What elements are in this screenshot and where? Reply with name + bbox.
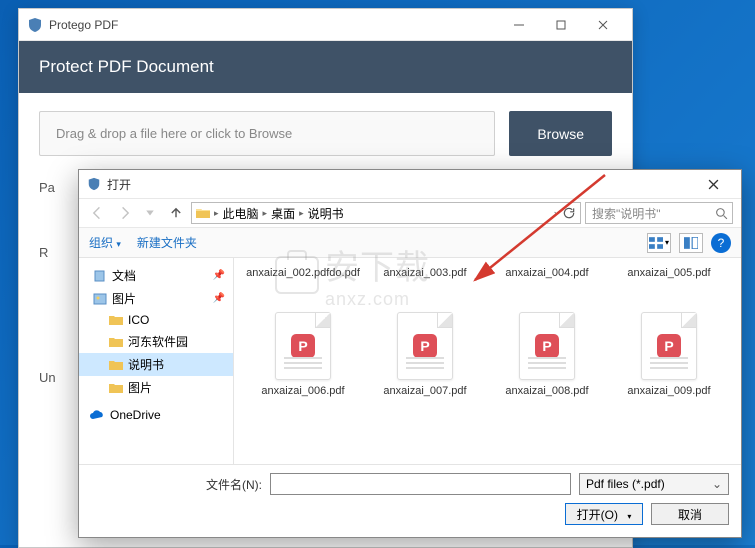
file-label: anxaizai_005.pdf bbox=[623, 266, 714, 280]
pdf-icon: P bbox=[641, 312, 697, 380]
refresh-icon[interactable] bbox=[562, 206, 576, 220]
file-open-dialog: 打开 ▸ 此电脑 ▸ 桌面 ▸ 说明书 ⌄ 搜索"说明书" 组织 ▾ 新建 bbox=[78, 169, 742, 538]
file-item[interactable]: Panxaizai_009.pdf bbox=[608, 308, 730, 428]
folder-icon bbox=[109, 314, 123, 326]
app-icon bbox=[27, 17, 43, 33]
filetype-select[interactable]: Pdf files (*.pdf) bbox=[579, 473, 729, 495]
path-arrow-icon: ▸ bbox=[263, 208, 268, 219]
dialog-title: 打开 bbox=[107, 176, 131, 193]
tree-manual[interactable]: 说明书 bbox=[79, 353, 233, 376]
organize-menu[interactable]: 组织 ▾ bbox=[89, 234, 121, 251]
path-input[interactable]: ▸ 此电脑 ▸ 桌面 ▸ 说明书 ⌄ bbox=[191, 202, 581, 224]
file-label: anxaizai_002.pdfdo.pdf bbox=[242, 266, 364, 280]
dialog-body: 文档📌 图片📌 ICO 河东软件园 说明书 图片 OneDrive anxaiz… bbox=[79, 258, 741, 464]
new-folder-button[interactable]: 新建文件夹 bbox=[137, 234, 197, 251]
tree-documents[interactable]: 文档📌 bbox=[79, 264, 233, 287]
folder-icon bbox=[109, 336, 123, 348]
nav-up-button[interactable] bbox=[165, 202, 187, 224]
pictures-icon bbox=[93, 293, 107, 305]
tree-pictures[interactable]: 图片📌 bbox=[79, 287, 233, 310]
pin-icon: 📌 bbox=[213, 270, 225, 281]
dialog-bottom: 文件名(N): Pdf files (*.pdf) 打开(O) ▾ 取消 bbox=[79, 464, 741, 537]
file-label: anxaizai_007.pdf bbox=[379, 384, 470, 398]
search-box[interactable]: 搜索"说明书" bbox=[585, 202, 733, 224]
tree-pictures2[interactable]: 图片 bbox=[79, 376, 233, 399]
nav-recent-button[interactable] bbox=[139, 202, 161, 224]
dialog-icon bbox=[87, 177, 101, 191]
close-button[interactable] bbox=[582, 11, 624, 39]
folder-tree: 文档📌 图片📌 ICO 河东软件园 说明书 图片 OneDrive bbox=[79, 258, 234, 464]
file-item[interactable]: Panxaizai_006.pdf bbox=[242, 308, 364, 428]
pdf-icon: P bbox=[519, 312, 575, 380]
file-label: anxaizai_009.pdf bbox=[623, 384, 714, 398]
file-label: anxaizai_003.pdf bbox=[379, 266, 470, 280]
main-title: Protego PDF bbox=[49, 18, 498, 32]
filename-label: 文件名(N): bbox=[206, 476, 262, 493]
file-item[interactable]: Panxaizai_008.pdf bbox=[486, 308, 608, 428]
path-arrow-icon: ▸ bbox=[214, 208, 219, 219]
dialog-titlebar: 打开 bbox=[79, 170, 741, 198]
file-item[interactable]: anxaizai_005.pdf bbox=[608, 266, 730, 308]
path-arrow-icon: ▸ bbox=[299, 208, 304, 219]
address-bar: ▸ 此电脑 ▸ 桌面 ▸ 说明书 ⌄ 搜索"说明书" bbox=[79, 198, 741, 228]
documents-icon bbox=[93, 270, 107, 282]
file-item[interactable]: Panxaizai_007.pdf bbox=[364, 308, 486, 428]
main-titlebar: Protego PDF bbox=[19, 9, 632, 41]
breadcrumb-desktop[interactable]: 桌面 bbox=[271, 205, 295, 222]
pdf-icon: P bbox=[397, 312, 453, 380]
open-button[interactable]: 打开(O) ▾ bbox=[565, 503, 643, 525]
chevron-down-icon[interactable]: ⌄ bbox=[552, 206, 560, 220]
minimize-button[interactable] bbox=[498, 11, 540, 39]
nav-forward-button[interactable] bbox=[113, 202, 135, 224]
cancel-button[interactable]: 取消 bbox=[651, 503, 729, 525]
header-band: Protect PDF Document bbox=[19, 41, 632, 93]
pdf-icon: P bbox=[275, 312, 331, 380]
file-label: anxaizai_008.pdf bbox=[501, 384, 592, 398]
filename-input[interactable] bbox=[270, 473, 571, 495]
file-label: anxaizai_004.pdf bbox=[501, 266, 592, 280]
search-icon bbox=[715, 207, 728, 220]
file-item[interactable]: anxaizai_004.pdf bbox=[486, 266, 608, 308]
file-label: anxaizai_006.pdf bbox=[257, 384, 348, 398]
folder-icon bbox=[109, 382, 123, 394]
breadcrumb-folder[interactable]: 说明书 bbox=[308, 205, 344, 222]
header-title: Protect PDF Document bbox=[39, 57, 214, 76]
breadcrumb-this-pc[interactable]: 此电脑 bbox=[223, 205, 259, 222]
browse-button[interactable]: Browse bbox=[509, 111, 612, 156]
help-button[interactable]: ? bbox=[711, 233, 731, 253]
pin-icon: 📌 bbox=[213, 293, 225, 304]
search-placeholder: 搜索"说明书" bbox=[592, 205, 661, 222]
tree-hedong[interactable]: 河东软件园 bbox=[79, 330, 233, 353]
view-mode-button[interactable]: ▾ bbox=[647, 233, 671, 253]
tree-onedrive[interactable]: OneDrive bbox=[79, 405, 233, 425]
folder-icon bbox=[196, 207, 210, 219]
maximize-button[interactable] bbox=[540, 11, 582, 39]
file-list: anxaizai_002.pdfdo.pdf anxaizai_003.pdf … bbox=[234, 258, 741, 464]
dialog-toolbar: 组织 ▾ 新建文件夹 ▾ ? bbox=[79, 228, 741, 258]
file-item[interactable]: anxaizai_002.pdfdo.pdf bbox=[242, 266, 364, 308]
drop-zone[interactable]: Drag & drop a file here or click to Brow… bbox=[39, 111, 495, 156]
preview-toggle-button[interactable] bbox=[679, 233, 703, 253]
file-item[interactable]: anxaizai_003.pdf bbox=[364, 266, 486, 308]
nav-back-button[interactable] bbox=[87, 202, 109, 224]
dialog-close-button[interactable] bbox=[693, 172, 733, 196]
tree-ico[interactable]: ICO bbox=[79, 310, 233, 330]
folder-icon bbox=[109, 359, 123, 371]
onedrive-icon bbox=[89, 409, 105, 421]
